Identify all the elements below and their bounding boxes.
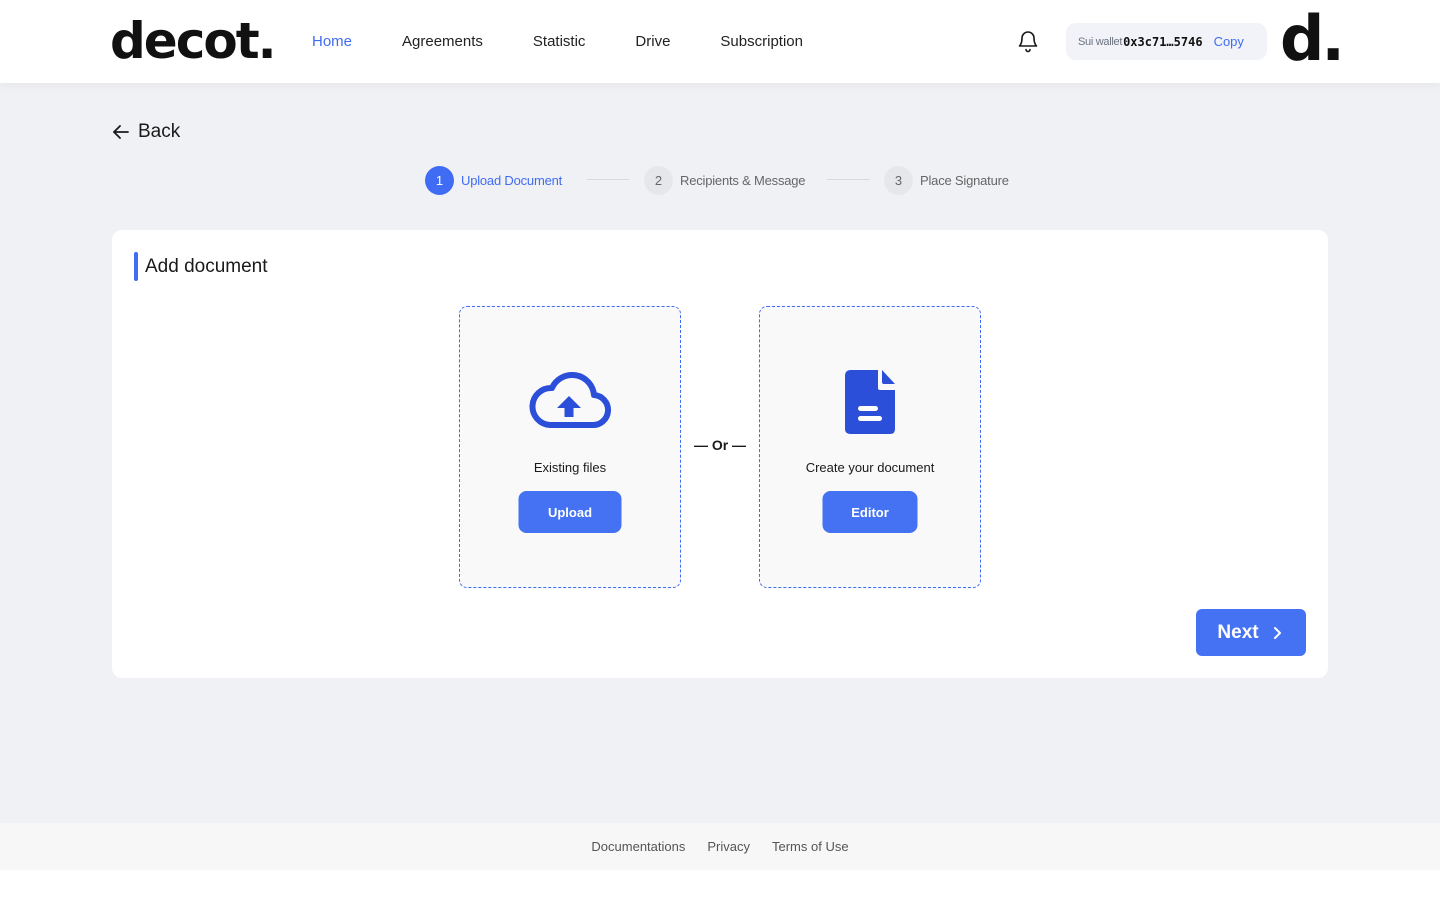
decot-logo[interactable]: decot.	[110, 10, 277, 72]
footer: Documentations Privacy Terms of Use	[0, 823, 1440, 870]
wallet-label: Sui wallet	[1078, 35, 1123, 48]
back-button[interactable]: Back	[111, 118, 180, 146]
step-number: 1	[425, 165, 454, 195]
wallet-address: 0x3c71…5746	[1123, 34, 1203, 49]
step-number: 2	[644, 165, 673, 195]
existing-files-text: Existing files	[533, 460, 607, 475]
step-label: Place Signature	[920, 172, 1009, 188]
editor-option[interactable]: Create your document Editor	[759, 306, 981, 588]
cloud-upload-icon	[529, 372, 612, 429]
add-document-card: Add document Existing files Upload — Or …	[112, 230, 1328, 678]
page-bottom	[0, 870, 1440, 900]
step-number: 3	[884, 165, 913, 195]
step-upload-document[interactable]: 1 Upload Document	[425, 165, 562, 195]
nav-home[interactable]: Home	[312, 33, 352, 50]
wallet-pill: Sui wallet 0x3c71…5746 Copy	[1066, 23, 1267, 60]
nav-drive[interactable]: Drive	[635, 33, 670, 50]
card-title: Add document	[145, 256, 268, 277]
title-accent-bar	[134, 252, 138, 281]
upload-option[interactable]: Existing files Upload	[459, 306, 681, 588]
next-button[interactable]: Next	[1196, 609, 1306, 656]
footer-link-documentations[interactable]: Documentations	[591, 839, 685, 854]
footer-link-privacy[interactable]: Privacy	[707, 839, 750, 854]
user-avatar[interactable]: d.	[1280, 4, 1345, 74]
back-label: Back	[138, 121, 181, 142]
or-divider: — Or —	[693, 437, 747, 453]
nav-subscription[interactable]: Subscription	[720, 33, 803, 50]
step-label: Upload Document	[461, 172, 563, 188]
main-nav: Home Agreements Statistic Drive Subscrip…	[312, 0, 853, 83]
copy-address-button[interactable]: Copy	[1214, 34, 1244, 49]
upload-button[interactable]: Upload	[518, 491, 622, 533]
footer-link-terms[interactable]: Terms of Use	[772, 839, 849, 854]
create-document-text: Create your document	[805, 460, 935, 475]
chevron-right-icon	[1273, 626, 1281, 639]
document-icon	[845, 370, 895, 434]
arrow-left-icon	[113, 125, 129, 139]
next-label: Next	[1217, 621, 1259, 643]
step-label: Recipients & Message	[680, 172, 806, 188]
nav-statistic[interactable]: Statistic	[533, 33, 586, 50]
step-place-signature[interactable]: 3 Place Signature	[884, 165, 1009, 195]
bell-icon[interactable]	[1016, 29, 1040, 53]
step-recipients-message[interactable]: 2 Recipients & Message	[644, 165, 806, 195]
step-connector	[827, 179, 870, 180]
editor-button[interactable]: Editor	[822, 491, 918, 533]
step-connector	[587, 179, 629, 180]
top-header: decot. Home Agreements Statistic Drive S…	[0, 0, 1440, 83]
nav-agreements[interactable]: Agreements	[402, 33, 483, 50]
